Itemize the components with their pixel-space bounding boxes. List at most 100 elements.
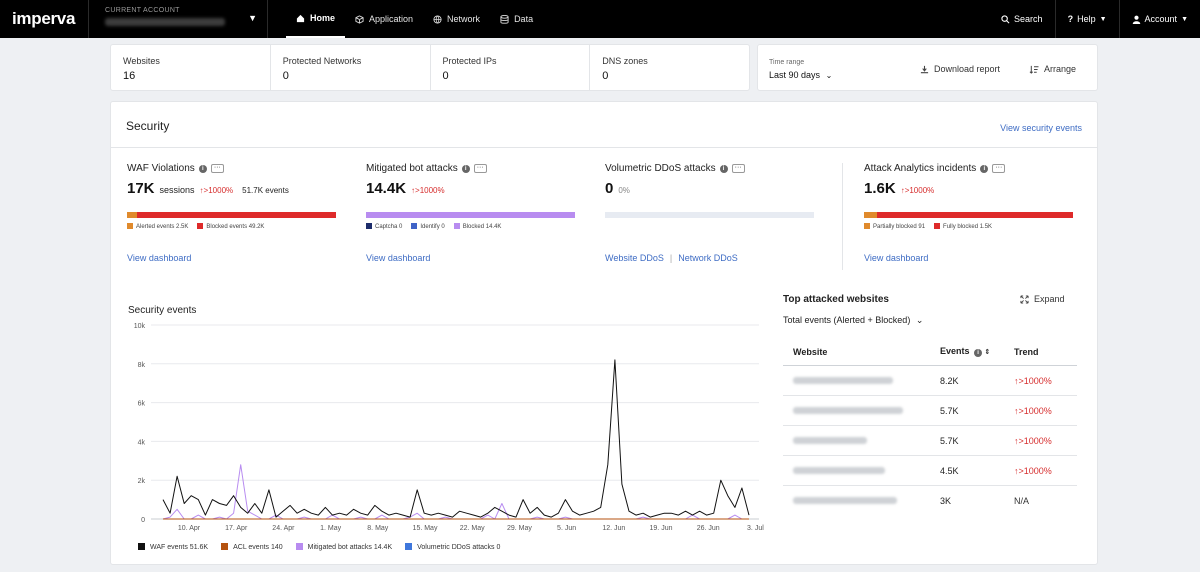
download-icon	[920, 65, 929, 73]
panel-title: Security	[126, 119, 170, 133]
legend-swatch	[295, 543, 303, 550]
tab-home[interactable]: Home	[286, 0, 346, 38]
tab-data-label: Data	[514, 14, 534, 24]
x-tick-label: 12. Jun	[602, 525, 625, 532]
account-name-redacted	[105, 18, 225, 26]
ddos-value: 0	[605, 180, 614, 197]
website-cell-redacted[interactable]	[783, 496, 940, 506]
tab-data[interactable]: Data	[490, 0, 543, 38]
caret-down-icon: ▼	[1181, 15, 1188, 23]
analytics-view-dashboard-link[interactable]: View dashboard	[864, 253, 928, 263]
bot-legend: Captcha 0 Identify 0 Blocked 14.4K	[366, 223, 596, 230]
search-button[interactable]: Search	[989, 0, 1055, 38]
more-options-button[interactable]: ···	[473, 164, 487, 173]
vertical-divider	[842, 163, 843, 270]
search-icon	[1001, 14, 1010, 23]
bar-segment-partially-blocked	[864, 212, 877, 218]
trend-badge: ↑>1000%	[900, 186, 935, 195]
stats-summary: Websites 16 Protected Networks 0 Protect…	[110, 44, 750, 91]
volumetric-ddos-card: Volumetric DDoS attacks i ··· 0 0% Websi…	[605, 163, 835, 263]
stat-websites[interactable]: Websites 16	[111, 45, 271, 90]
website-cell-redacted[interactable]	[783, 376, 940, 386]
sort-icon[interactable]: ⇕	[985, 349, 991, 356]
expand-button[interactable]: Expand	[1020, 294, 1065, 304]
col-events[interactable]: Events i ⇕	[940, 346, 1014, 357]
nav-tabs: Home Application Network Data	[286, 0, 543, 38]
table-row[interactable]: 5.7K ↑>1000%	[783, 426, 1077, 456]
analytics-legend: Partially blocked 91 Fully blocked 1.5K	[864, 223, 1094, 230]
col-trend[interactable]: Trend	[1014, 347, 1077, 357]
waf-sessions-unit: sessions	[159, 185, 195, 195]
time-range-select[interactable]: Last 90 days ⌄	[769, 70, 832, 80]
arrange-label: Arrange	[1044, 64, 1077, 74]
card-metrics: 14.4K ↑>1000%	[366, 180, 596, 197]
account-selector[interactable]: CURRENT ACCOUNT ▼	[88, 0, 268, 38]
legend-item: Blocked events 49.2K	[197, 223, 264, 230]
info-icon[interactable]: i	[198, 164, 207, 173]
view-security-events-link[interactable]: View security events	[1000, 123, 1082, 133]
table-row[interactable]: 4.5K ↑>1000%	[783, 456, 1077, 486]
more-options-button[interactable]: ···	[731, 164, 745, 173]
account-menu[interactable]: Account ▼	[1118, 0, 1200, 38]
more-options-button[interactable]: ···	[992, 164, 1006, 173]
stat-value: 0	[442, 70, 449, 82]
bar-segment-alerted	[127, 212, 138, 218]
link-text: View dashboard	[366, 253, 431, 263]
tab-network-label: Network	[447, 14, 481, 24]
stat-protected-networks[interactable]: Protected Networks 0	[271, 45, 431, 90]
mitigated-bot-card: Mitigated bot attacks i ··· 14.4K ↑>1000…	[366, 163, 596, 263]
y-tick-label: 10k	[134, 323, 146, 330]
download-report-button[interactable]: Download report	[920, 64, 1000, 74]
waf-legend: Alerted events 2.5K Blocked events 49.2K	[127, 223, 357, 230]
globe-icon	[433, 14, 442, 24]
website-cell-redacted[interactable]	[783, 406, 940, 416]
table-row[interactable]: 3K N/A	[783, 486, 1077, 516]
legend-item: Blocked 14.4K	[453, 223, 501, 230]
waf-sessions-value: 17K	[127, 180, 155, 197]
info-icon[interactable]: i	[719, 164, 728, 173]
bot-view-dashboard-link[interactable]: View dashboard	[366, 253, 430, 263]
website-cell-redacted[interactable]	[783, 436, 940, 446]
legend-item: Fully blocked 1.5K	[934, 223, 992, 230]
arrange-button[interactable]: Arrange	[1029, 64, 1076, 74]
card-metrics: 1.6K ↑>1000%	[864, 180, 1094, 197]
col-website[interactable]: Website	[783, 347, 940, 357]
help-button[interactable]: ? Help ▼	[1054, 0, 1119, 38]
info-icon[interactable]: i	[461, 164, 470, 173]
stat-dns-zones[interactable]: DNS zones 0	[590, 45, 749, 90]
database-icon	[500, 14, 509, 24]
network-ddos-link[interactable]: Network DDoS	[678, 253, 738, 263]
info-icon[interactable]: i	[974, 349, 983, 357]
legend-item[interactable]: ACL events 140	[221, 543, 283, 551]
tab-home-label: Home	[310, 13, 336, 23]
tab-network[interactable]: Network	[423, 0, 490, 38]
more-options-button[interactable]: ···	[210, 164, 224, 173]
x-tick-label: 15. May	[413, 525, 438, 532]
y-tick-label: 6k	[138, 401, 146, 408]
bar-segment-fully-blocked	[876, 212, 1073, 218]
divider	[111, 147, 1097, 148]
waf-view-dashboard-link[interactable]: View dashboard	[127, 253, 191, 263]
user-icon	[1132, 15, 1140, 24]
table-row[interactable]: 5.7K ↑>1000%	[783, 396, 1077, 426]
website-ddos-link[interactable]: Website DDoS	[605, 253, 664, 263]
legend-label: ACL events 140	[233, 544, 283, 551]
analytics-value: 1.6K	[864, 180, 896, 197]
account-menu-label: Account	[1144, 14, 1178, 24]
chevron-down-icon: ⌄	[825, 71, 833, 80]
nav-right: Search ? Help ▼ Account ▼	[989, 0, 1200, 38]
legend-item[interactable]: Mitigated bot attacks 14.4K	[295, 543, 392, 551]
link-separator: |	[669, 253, 673, 263]
stat-protected-ips[interactable]: Protected IPs 0	[431, 45, 591, 90]
events-filter-dropdown[interactable]: Total events (Alerted + Blocked) ⌄	[783, 315, 923, 326]
stat-value: 0	[602, 70, 609, 82]
tab-application[interactable]: Application	[345, 0, 423, 38]
legend-label: WAF events 51.6K	[150, 544, 209, 551]
legend-swatch	[221, 543, 229, 550]
info-icon[interactable]: i	[980, 164, 989, 173]
imperva-logo[interactable]: imperva	[0, 9, 88, 29]
legend-item[interactable]: WAF events 51.6K	[138, 543, 208, 551]
legend-item[interactable]: Volumetric DDoS attacks 0	[405, 543, 500, 551]
table-row[interactable]: 8.2K ↑>1000%	[783, 366, 1077, 396]
website-cell-redacted[interactable]	[783, 466, 940, 476]
